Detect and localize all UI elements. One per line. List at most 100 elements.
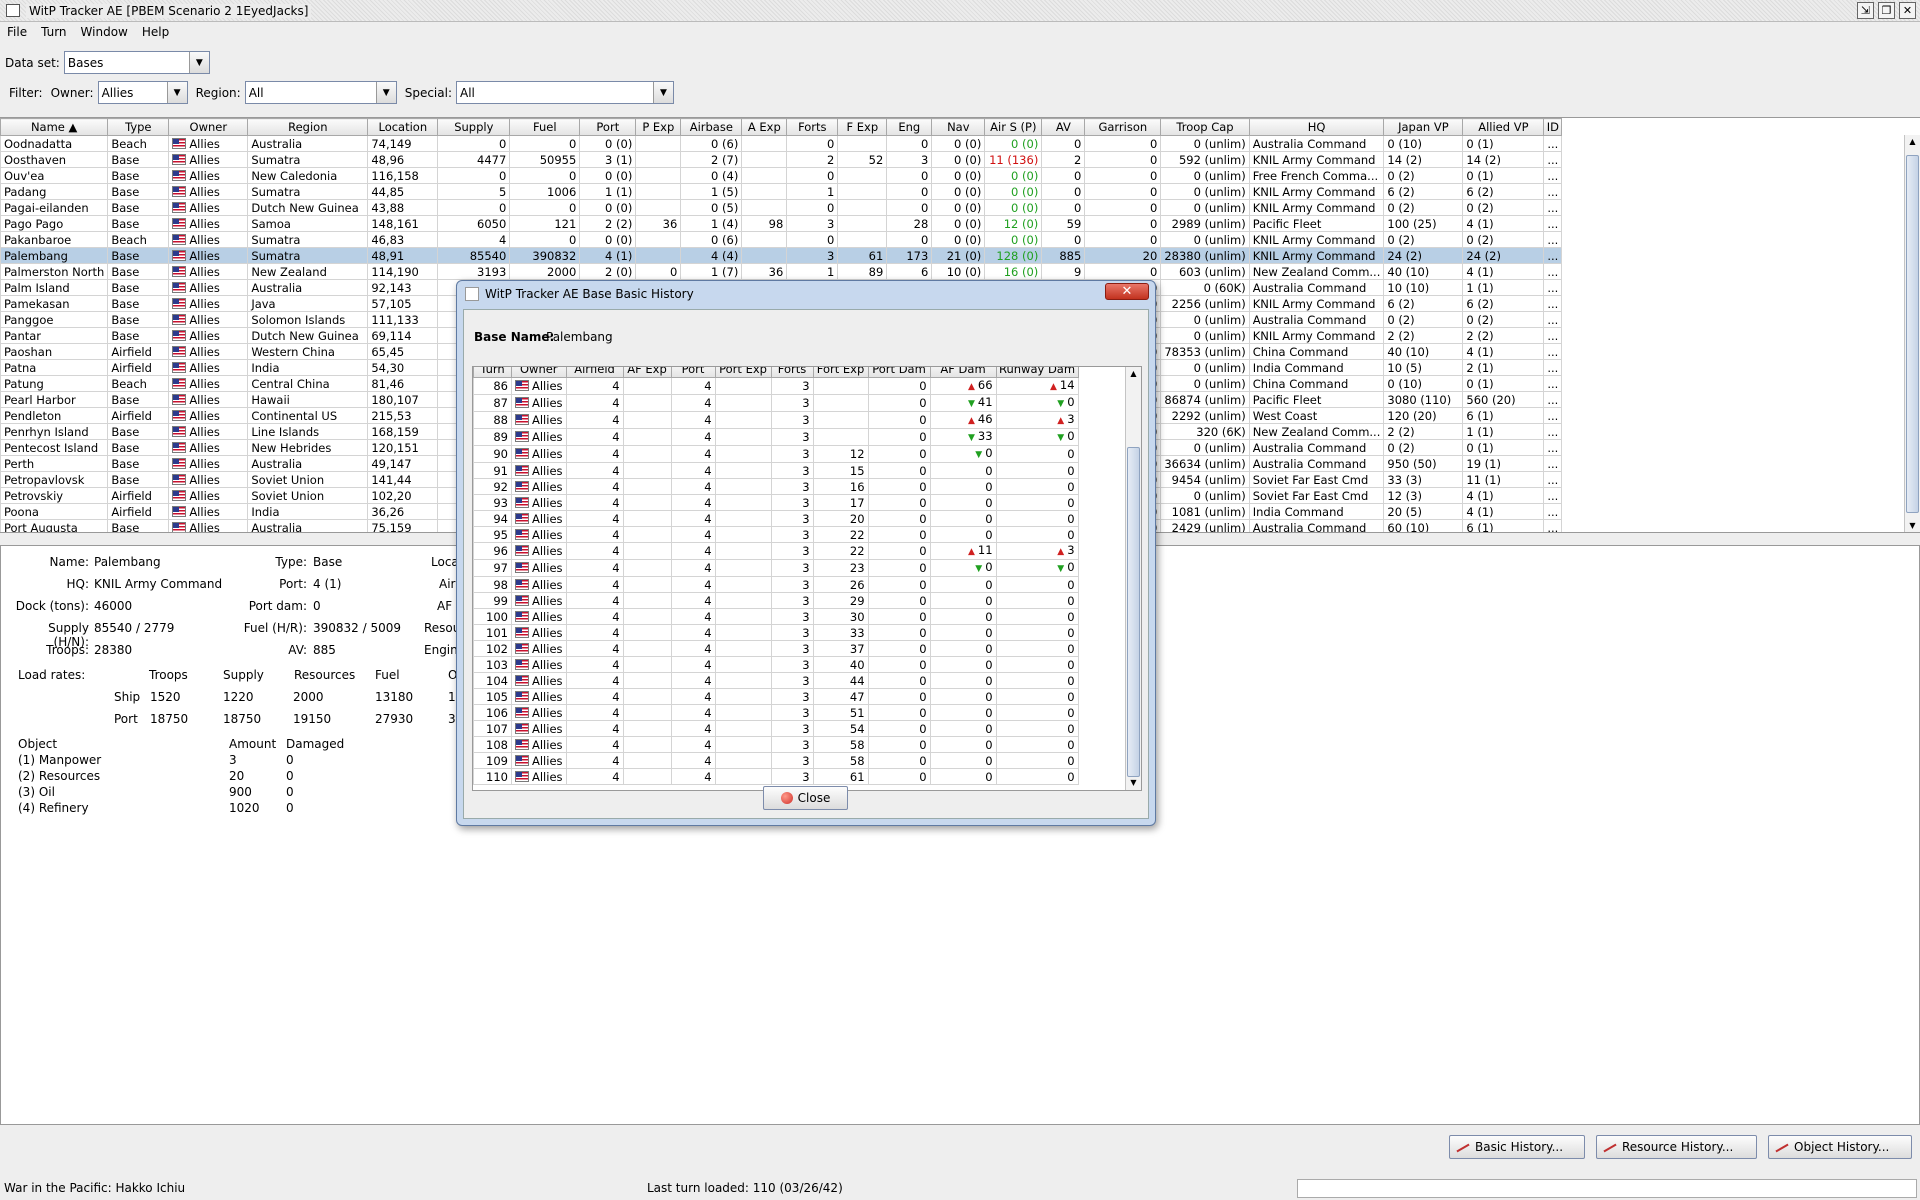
column-header[interactable]: Eng <box>886 118 933 136</box>
column-header[interactable]: Type <box>107 118 170 136</box>
history-row[interactable]: 106 Allies 4 4 3 51 0 0 0 <box>473 704 1079 721</box>
history-column-header[interactable]: Fort Exp <box>812 367 869 378</box>
column-header[interactable]: Troop Cap <box>1160 118 1250 136</box>
history-row[interactable]: 99 Allies 4 4 3 29 0 0 0 <box>473 592 1079 609</box>
dialog-close-icon[interactable]: ✕ <box>1105 283 1149 300</box>
table-row[interactable]: Pago Pago Base Allies Samoa 148,161 6050 121 2 … <box>0 215 1563 232</box>
column-header[interactable]: AV <box>1041 118 1086 136</box>
history-row[interactable]: 107 Allies 4 4 3 54 0 0 0 <box>473 720 1079 737</box>
history-column-header[interactable]: Port <box>670 367 716 378</box>
column-header[interactable]: A Exp <box>741 118 788 136</box>
history-row[interactable]: 109 Allies 4 4 3 58 0 0 0 <box>473 752 1079 769</box>
scroll-down-icon[interactable]: ▼ <box>1126 776 1141 790</box>
menu-help[interactable]: Help <box>135 23 176 43</box>
history-row[interactable]: 87 Allies 4 4 3 0 ▼ 41 ▼ 0 <box>473 394 1079 412</box>
column-header[interactable]: Port <box>579 118 637 136</box>
history-row[interactable]: 101 Allies 4 4 3 33 0 0 0 <box>473 624 1079 641</box>
scroll-up-icon[interactable]: ▲ <box>1126 367 1141 381</box>
object-history-button[interactable]: Object History... <box>1768 1135 1912 1159</box>
column-header[interactable]: Nav <box>931 118 986 136</box>
close-icon[interactable]: ✕ <box>1899 2 1916 19</box>
table-cell <box>741 151 788 168</box>
history-row[interactable]: 92 Allies 4 4 3 16 0 0 0 <box>473 478 1079 495</box>
table-row[interactable]: Pakanbaroe Beach Allies Sumatra 46,83 4 0 0 (0)… <box>0 231 1563 248</box>
menu-file[interactable]: File <box>0 23 34 43</box>
basic-history-button[interactable]: Basic History... <box>1449 1135 1585 1159</box>
table-row[interactable]: Padang Base Allies Sumatra 44,85 5 1006 1 (1) 1 … <box>0 183 1563 200</box>
column-header[interactable]: Supply <box>437 118 511 136</box>
table-cell: Samoa <box>247 215 369 232</box>
column-header[interactable]: Owner <box>168 118 249 136</box>
column-header[interactable]: ID <box>1543 118 1563 136</box>
column-header[interactable]: P Exp <box>635 118 682 136</box>
column-header[interactable]: Allied VP <box>1462 118 1545 136</box>
menu-window[interactable]: Window <box>74 23 135 43</box>
special-select[interactable]: All ▼ <box>455 81 674 104</box>
history-column-header[interactable]: Port Exp <box>714 367 772 378</box>
scroll-up-icon[interactable]: ▲ <box>1905 135 1920 149</box>
history-row[interactable]: 103 Allies 4 4 3 40 0 0 0 <box>473 656 1079 673</box>
history-row[interactable]: 98 Allies 4 4 3 26 0 0 0 <box>473 576 1079 593</box>
column-header[interactable]: Garrison <box>1084 118 1162 136</box>
history-row[interactable]: 97 Allies 4 4 3 23 0 ▼ 0 ▼ 0 <box>473 559 1079 577</box>
column-header[interactable]: Airbase <box>680 118 743 136</box>
history-row[interactable]: 94 Allies 4 4 3 20 0 0 0 <box>473 510 1079 527</box>
column-header[interactable]: F Exp <box>837 118 888 136</box>
history-row[interactable]: 90 Allies 4 4 3 12 0 ▼ 0 0 <box>473 445 1079 463</box>
table-row[interactable]: Palembang Base Allies Sumatra 48,91 85540 3908… <box>0 247 1563 264</box>
history-row[interactable]: 102 Allies 4 4 3 37 0 0 0 <box>473 640 1079 657</box>
history-cell: 58 <box>812 736 869 753</box>
history-column-header[interactable]: Runway Dam <box>995 367 1079 378</box>
scroll-thumb[interactable] <box>1906 155 1919 513</box>
table-row[interactable]: Palmerston North Base Allies New Zealand 114… <box>0 263 1563 280</box>
minimize-icon[interactable]: ⇲ <box>1857 2 1874 19</box>
history-column-header[interactable]: Forts <box>770 367 814 378</box>
history-row[interactable]: 91 Allies 4 4 3 15 0 0 0 <box>473 462 1079 479</box>
scroll-thumb[interactable] <box>1127 447 1140 777</box>
history-column-header[interactable]: AF Exp <box>622 367 672 378</box>
table-row[interactable]: Oodnadatta Beach Allies Australia 74,149 0 0 0 … <box>0 135 1563 152</box>
history-column-header[interactable]: Turn <box>473 367 512 378</box>
region-select[interactable]: All ▼ <box>244 81 397 104</box>
cell-text: 0 (2) <box>1466 200 1494 215</box>
cell-text: 90 <box>493 447 508 461</box>
column-header[interactable]: Region <box>247 118 369 136</box>
maximize-icon[interactable]: ❐ <box>1878 2 1895 19</box>
history-column-header[interactable]: Owner <box>511 367 567 378</box>
history-row[interactable]: 89 Allies 4 4 3 0 ▼ 33 ▼ 0 <box>473 428 1079 446</box>
history-row[interactable]: 100 Allies 4 4 3 30 0 0 0 <box>473 608 1079 625</box>
cell-text: 0 <box>920 168 929 183</box>
close-button[interactable]: Close <box>763 786 848 810</box>
history-column-header[interactable]: Port Dam <box>867 367 931 378</box>
table-cell: 0 (60K) <box>1160 279 1250 296</box>
history-column-header[interactable]: Airfield <box>565 367 624 378</box>
dataset-select[interactable]: Bases ▼ <box>63 51 210 74</box>
column-header[interactable]: Forts <box>786 118 839 136</box>
history-row[interactable]: 88 Allies 4 4 3 0 ▲ 46 ▲ 3 <box>473 411 1079 429</box>
history-row[interactable]: 105 Allies 4 4 3 47 0 0 0 <box>473 688 1079 705</box>
history-row[interactable]: 110 Allies 4 4 3 61 0 0 0 <box>473 768 1079 785</box>
table-row[interactable]: Pagai-eilanden Base Allies Dutch New Guinea… <box>0 199 1563 216</box>
history-row[interactable]: 108 Allies 4 4 3 58 0 0 0 <box>473 736 1079 753</box>
column-header[interactable]: Japan VP <box>1383 118 1464 136</box>
menu-turn[interactable]: Turn <box>34 23 73 43</box>
history-column-header[interactable]: AF Dam <box>929 367 997 378</box>
column-header[interactable]: Location <box>367 118 439 136</box>
column-header[interactable]: Name ▲ <box>0 118 109 136</box>
history-scrollbar[interactable]: ▲ ▼ <box>1125 367 1141 790</box>
history-row[interactable]: 86 Allies 4 4 3 0 ▲ 66 ▲ 14 <box>473 377 1079 395</box>
owner-select[interactable]: Allies ▼ <box>97 81 188 104</box>
history-row[interactable]: 104 Allies 4 4 3 44 0 0 0 <box>473 672 1079 689</box>
scroll-down-icon[interactable]: ▼ <box>1905 519 1920 532</box>
resource-history-button[interactable]: Resource History... <box>1596 1135 1757 1159</box>
table-row[interactable]: Oosthaven Base Allies Sumatra 48,96 4477 50955… <box>0 151 1563 168</box>
history-row[interactable]: 93 Allies 4 4 3 17 0 0 0 <box>473 494 1079 511</box>
column-header[interactable]: Air S (P) <box>984 118 1043 136</box>
column-header[interactable]: HQ <box>1248 118 1385 136</box>
cell-text: Allies <box>189 376 220 391</box>
history-row[interactable]: 95 Allies 4 4 3 22 0 0 0 <box>473 526 1079 543</box>
history-row[interactable]: 96 Allies 4 4 3 22 0 ▲ 11 ▲ 3 <box>473 542 1079 560</box>
bases-scrollbar[interactable]: ▲ ▼ <box>1904 135 1920 532</box>
column-header[interactable]: Fuel <box>509 118 581 136</box>
table-row[interactable]: Ouv'ea Base Allies New Caledonia 116,158 0 0 0 … <box>0 167 1563 184</box>
